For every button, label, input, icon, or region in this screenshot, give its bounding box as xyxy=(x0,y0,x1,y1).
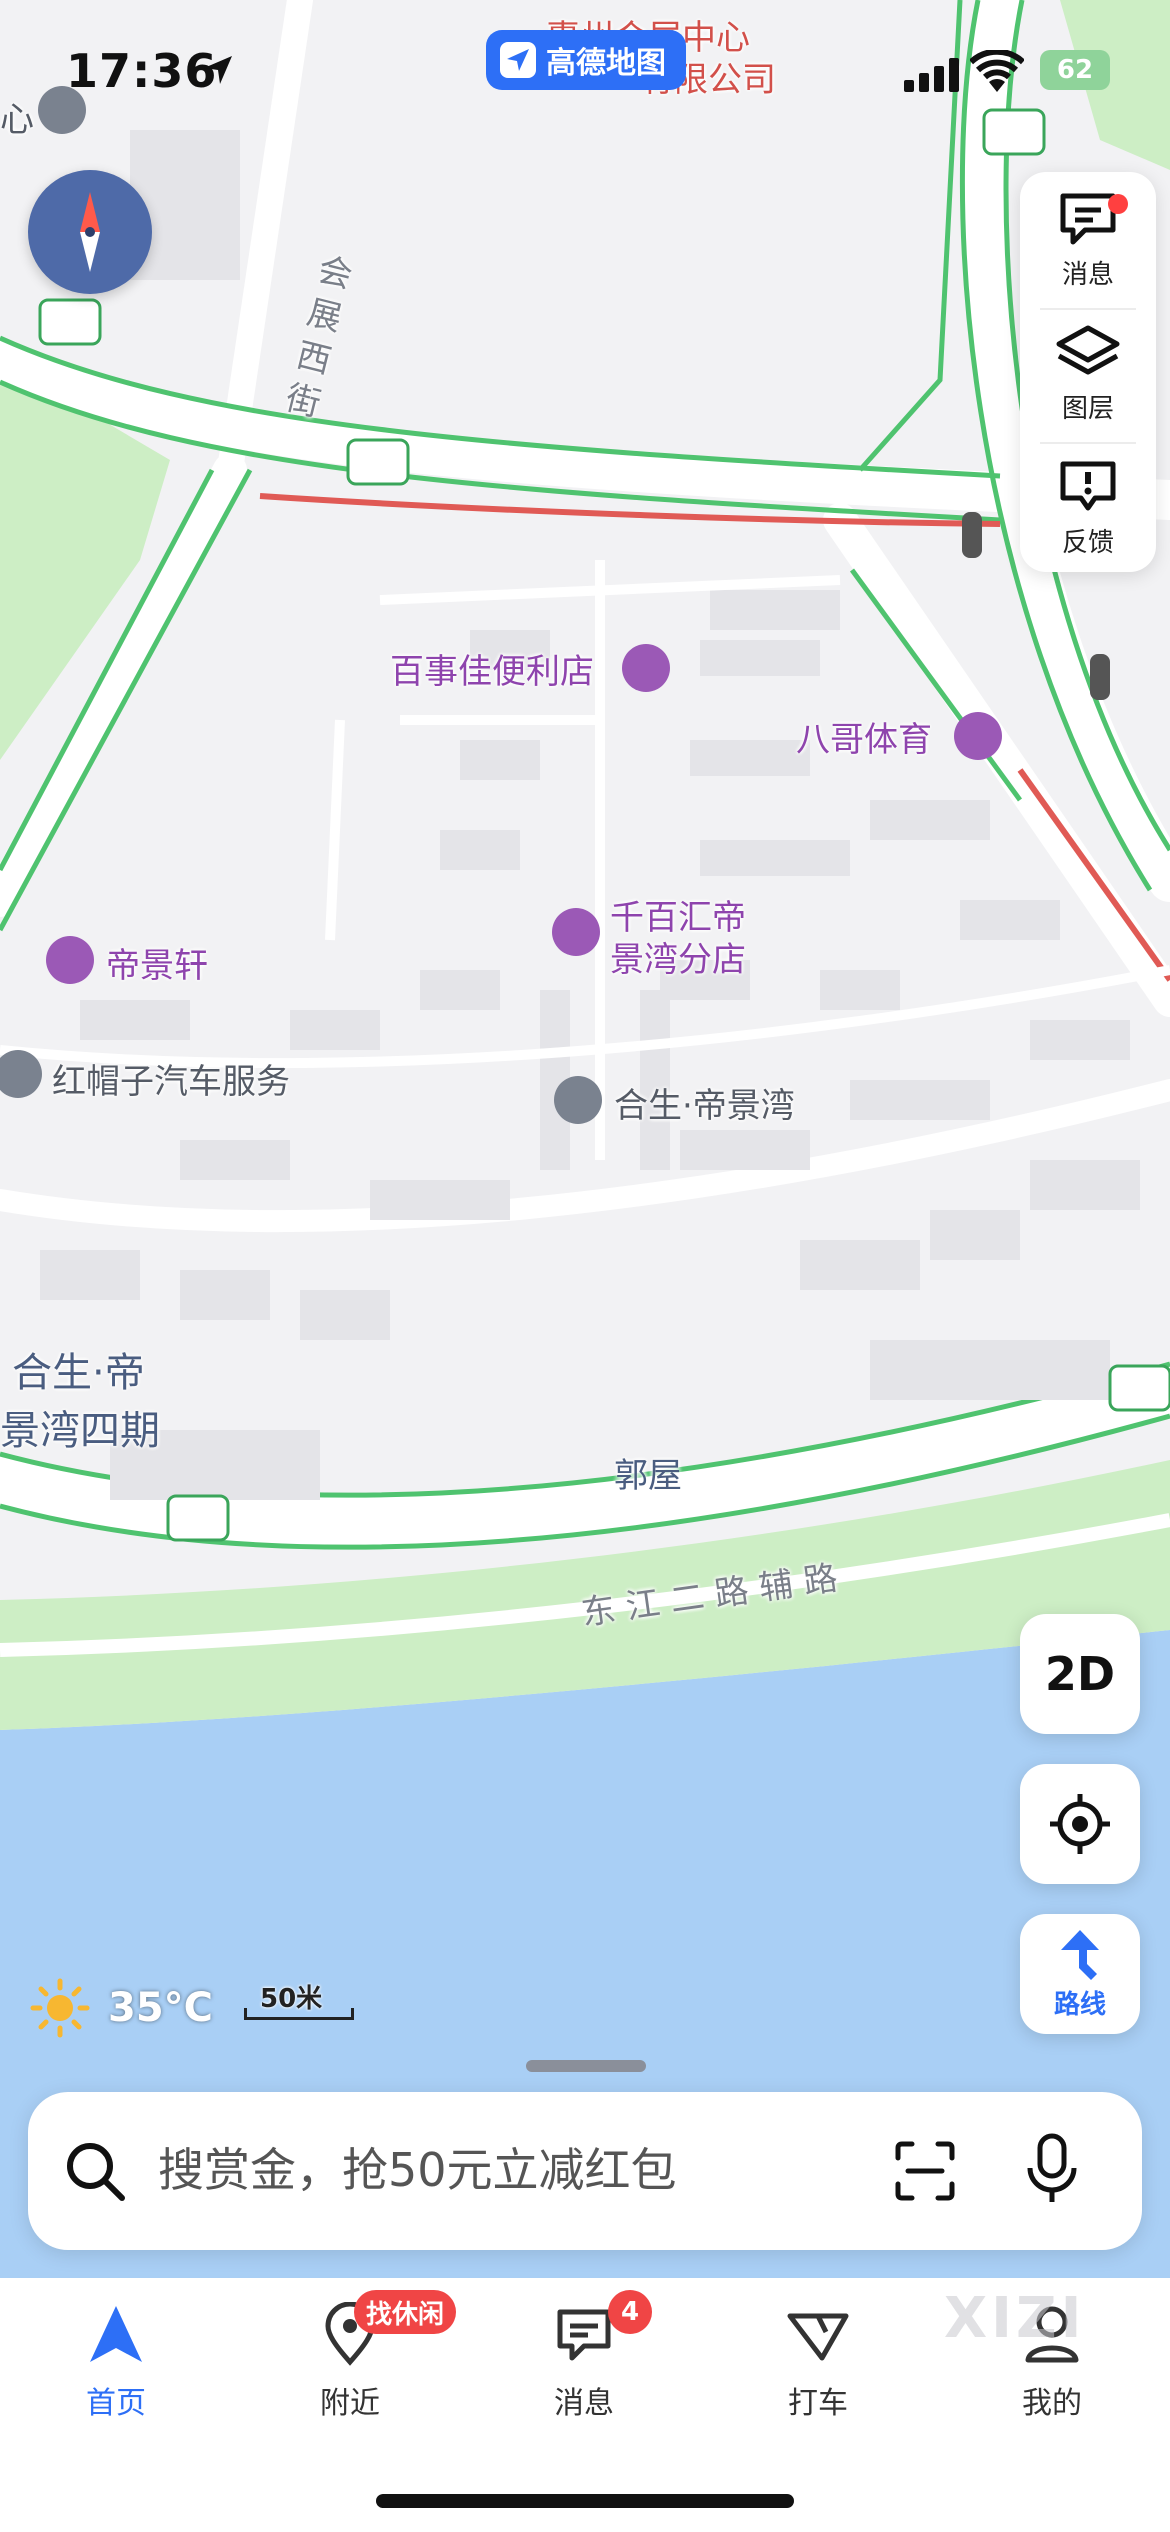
tab-label: 附近 xyxy=(320,2386,380,2421)
feedback-tool-button[interactable]: 反馈 xyxy=(1020,442,1156,574)
status-time: 17:36 xyxy=(66,44,218,98)
map-poi-label[interactable]: 景湾分店 xyxy=(610,932,746,981)
notification-dot xyxy=(1108,194,1128,214)
tab-label: 打车 xyxy=(788,2386,848,2421)
locate-crosshair-icon xyxy=(1050,1794,1110,1854)
tab-label: 首页 xyxy=(86,2386,146,2421)
map-poi-label[interactable]: 八哥体育 xyxy=(796,712,932,761)
weather-widget[interactable]: 35°C xyxy=(30,1978,213,2038)
scan-icon[interactable] xyxy=(894,2140,956,2202)
compass-button[interactable] xyxy=(28,170,152,294)
battery-indicator: 62 xyxy=(1040,50,1110,90)
message-tool-button[interactable]: 消息 xyxy=(1020,174,1156,306)
microphone-icon[interactable] xyxy=(1022,2132,1082,2208)
nearby-promo-badge: 找休闲 xyxy=(354,2290,457,2334)
taxi-icon xyxy=(787,2313,849,2361)
tab-home[interactable]: 首页 xyxy=(36,2302,196,2442)
cellular-signal-icon xyxy=(904,58,959,92)
layers-icon xyxy=(1056,325,1120,374)
sun-icon xyxy=(30,1978,90,2038)
wifi-icon xyxy=(970,50,1024,92)
layers-tool-label: 图层 xyxy=(1061,393,1114,424)
map-tools-panel: 消息 图层 反馈 xyxy=(1020,172,1156,572)
temperature-text: 35°C xyxy=(108,1985,214,2031)
home-indicator xyxy=(376,2494,794,2508)
bottom-sheet-handle[interactable] xyxy=(526,2060,646,2072)
compass-needle-icon xyxy=(80,192,100,272)
message-tool-label: 消息 xyxy=(1061,259,1114,290)
app-return-label: 高德地图 xyxy=(546,46,666,81)
tab-taxi[interactable]: 打车 xyxy=(738,2302,898,2442)
route-button[interactable]: 路线 xyxy=(1020,1914,1140,2034)
view-mode-2d-button[interactable]: 2D xyxy=(1020,1614,1140,1734)
map-poi-label[interactable]: 合生·帝景湾 xyxy=(614,1078,795,1127)
map-area-label: 合生·帝 xyxy=(12,1350,145,1396)
search-icon xyxy=(67,2143,125,2201)
route-arrow-icon xyxy=(1061,1929,1099,1980)
tab-label: 消息 xyxy=(554,2386,614,2421)
map-area-label: 景湾四期 xyxy=(0,1408,160,1454)
feedback-tool-label: 反馈 xyxy=(1061,527,1114,558)
app-return-badge[interactable]: 高德地图 xyxy=(486,30,686,90)
map-area-label: 郭屋 xyxy=(614,1456,682,1496)
scale-ruler xyxy=(244,2008,354,2020)
search-input[interactable] xyxy=(158,2140,798,2200)
location-arrow-icon xyxy=(204,56,232,84)
search-bar[interactable] xyxy=(28,2092,1142,2250)
map-poi-label[interactable]: 红帽子汽车服务 xyxy=(52,1054,290,1103)
layers-tool-button[interactable]: 图层 xyxy=(1020,308,1156,440)
watermark: XIZI xyxy=(944,2286,1086,2351)
feedback-icon xyxy=(1060,461,1116,510)
message-count-badge: 4 xyxy=(608,2290,652,2334)
map-poi-label[interactable]: 帝景轩 xyxy=(106,938,208,987)
map-scale-bar: 50米 xyxy=(244,1978,354,2028)
route-label: 路线 xyxy=(1053,1989,1106,2020)
map-poi-label[interactable]: 百事佳便利店 xyxy=(390,644,594,693)
tab-label: 我的 xyxy=(1022,2386,1082,2421)
message-icon xyxy=(557,2309,611,2361)
home-nav-icon xyxy=(90,2306,142,2362)
navigation-arrow-icon xyxy=(500,42,536,78)
locate-me-button[interactable] xyxy=(1020,1764,1140,1884)
